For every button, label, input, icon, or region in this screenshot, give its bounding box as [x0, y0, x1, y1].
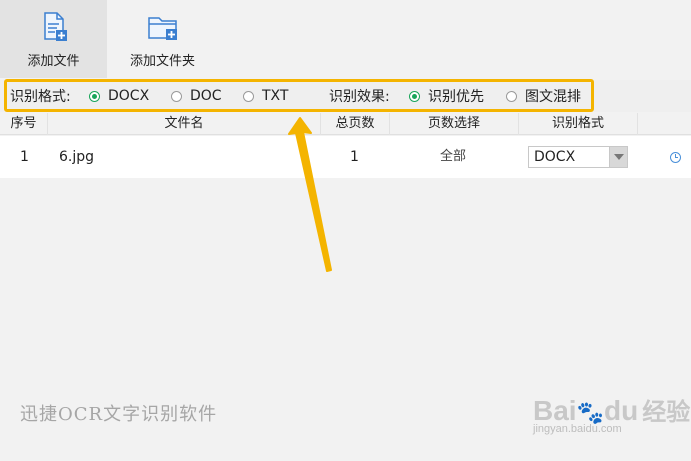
- options-bar: 识别格式: DOCX DOC TXT 识别效果: 识别优先 图文混排: [0, 80, 691, 112]
- table-header: 序号 文件名 总页数 页数选择 识别格式: [0, 113, 691, 135]
- radio-effect-mixed[interactable]: 图文混排: [506, 80, 581, 112]
- effect-mixed-label: 图文混排: [525, 89, 581, 105]
- row-pages: 1: [350, 149, 359, 165]
- add-folder-label: 添加文件夹: [129, 54, 195, 69]
- add-folder-button[interactable]: 添加文件夹: [110, 0, 215, 78]
- chevron-down-icon[interactable]: [609, 147, 627, 167]
- radio-format-docx[interactable]: DOCX: [89, 80, 149, 112]
- format-select-value: DOCX: [534, 149, 576, 165]
- add-file-icon: [43, 12, 67, 41]
- column-header-page-select[interactable]: 页数选择: [390, 113, 519, 135]
- baidu-watermark: Bai🐾du 经验 jingyan.baidu.com: [533, 392, 690, 435]
- column-header-filename[interactable]: 文件名: [48, 113, 321, 135]
- format-doc-label: DOC: [190, 88, 222, 104]
- app-watermark: 迅捷OCR文字识别软件: [20, 404, 218, 425]
- add-folder-icon: [147, 17, 177, 40]
- radio-unchecked-icon: [171, 90, 182, 102]
- paw-icon: 🐾: [576, 400, 604, 425]
- baidu-brand-text: Bai: [533, 395, 577, 426]
- radio-unchecked-icon: [506, 90, 517, 102]
- radio-format-txt[interactable]: TXT: [243, 80, 288, 112]
- column-header-pages[interactable]: 总页数: [321, 113, 390, 135]
- format-docx-label: DOCX: [108, 88, 150, 104]
- clock-icon[interactable]: [670, 152, 681, 163]
- row-index: 1: [20, 149, 29, 165]
- baidu-brand-text-2: du: [603, 395, 639, 426]
- radio-checked-icon: [409, 90, 420, 102]
- radio-format-doc[interactable]: DOC: [171, 80, 222, 112]
- radio-checked-icon: [89, 90, 100, 102]
- radio-effect-priority[interactable]: 识别优先: [409, 80, 484, 112]
- radio-unchecked-icon: [243, 90, 254, 102]
- add-file-label: 添加文件: [27, 54, 80, 69]
- add-file-button[interactable]: 添加文件: [0, 0, 107, 78]
- column-header-index[interactable]: 序号: [0, 113, 48, 135]
- format-label: 识别格式:: [10, 89, 71, 105]
- row-filename: 6.jpg: [59, 149, 95, 165]
- effect-label: 识别效果:: [329, 89, 390, 105]
- toolbar: 添加文件 添加文件夹: [0, 0, 691, 78]
- table-row[interactable]: 1 6.jpg 1 全部 DOCX: [0, 136, 691, 178]
- format-txt-label: TXT: [262, 88, 289, 104]
- column-header-format[interactable]: 识别格式: [519, 113, 638, 135]
- effect-priority-label: 识别优先: [428, 89, 484, 105]
- format-select[interactable]: DOCX: [528, 146, 628, 168]
- row-page-select[interactable]: 全部: [440, 136, 466, 178]
- baidu-jingyan-text: 经验: [642, 399, 691, 426]
